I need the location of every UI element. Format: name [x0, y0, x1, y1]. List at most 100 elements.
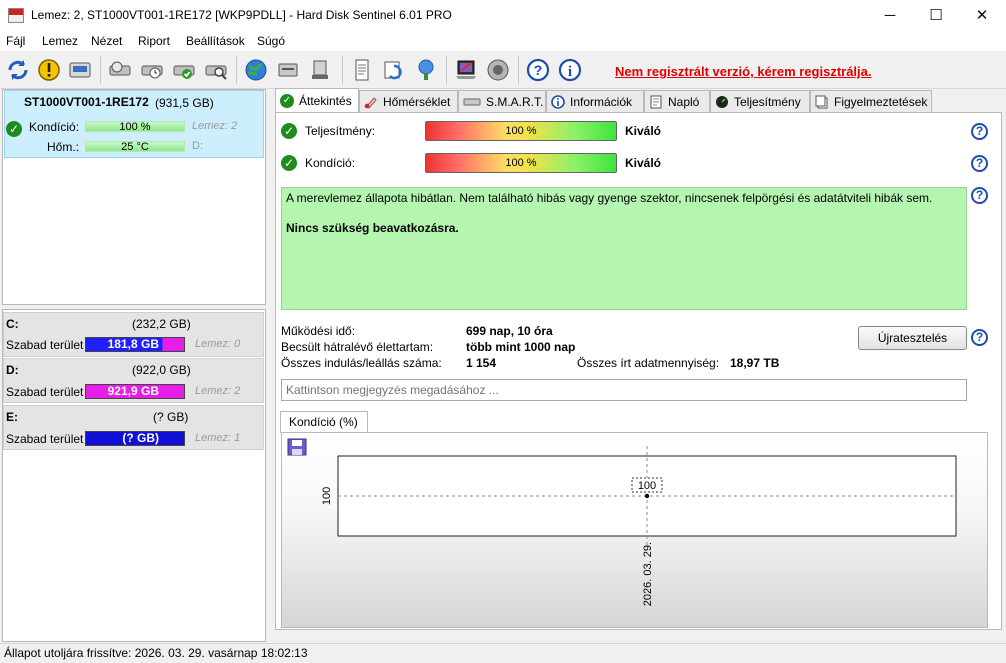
disk-ref: Lemez: 2 [192, 120, 238, 132]
chart-tab-condition[interactable]: Kondíció (%) [280, 411, 368, 433]
free-space-label: Szabad terület [6, 338, 84, 352]
help-icon[interactable]: ? [971, 329, 988, 346]
status-message-box: A merevlemez állapota hibátlan. Nem talá… [281, 187, 967, 310]
tab-label: Információk [570, 94, 633, 109]
performance-ok-icon: ✓ [281, 123, 297, 139]
tab-log[interactable]: Napló [644, 90, 710, 112]
tab-temperature[interactable]: Hőmérséklet [359, 90, 458, 112]
registration-link[interactable]: Nem regisztrált verzió, kérem regisztrál… [615, 64, 872, 79]
condition-chart: 100 100 2026. 03. 29. [321, 446, 957, 606]
info-icon[interactable]: i [556, 56, 584, 84]
maximize-button[interactable]: ☐ [913, 0, 959, 31]
help-icon[interactable]: ? [971, 123, 988, 140]
help-icon[interactable]: ? [971, 187, 988, 204]
app-icon [8, 8, 24, 23]
report-icon[interactable] [348, 56, 376, 84]
partition-size: (? GB) [153, 410, 189, 424]
partition-disk-ref: Lemez: 2 [195, 385, 241, 397]
status-action: Nincs szükség beavatkozásra. [286, 221, 459, 235]
written-data-value: 18,97 TB [730, 356, 780, 370]
partition-size: (232,2 GB) [132, 317, 191, 331]
remaining-life-label: Becsült hátralévő élettartam: [281, 340, 434, 354]
menu-report[interactable]: Riport [138, 34, 170, 48]
condition-label: Kondíció: [305, 156, 356, 170]
check-icon: ✓ [280, 94, 294, 108]
globe-icon[interactable] [242, 56, 270, 84]
uptime-value: 699 nap, 10 óra [466, 324, 553, 338]
free-space-label: Szabad terület [6, 432, 84, 446]
performance-rating: Kiváló [625, 124, 662, 138]
toolbar-separator [236, 56, 237, 84]
menu-file[interactable]: Fájl [6, 34, 25, 48]
free-space-label: Szabad terület [6, 385, 84, 399]
network-drive-icon[interactable] [306, 56, 334, 84]
partition-letter: E: [6, 410, 18, 424]
temp-label: Hőm.: [47, 140, 80, 154]
data-label: 100 [638, 480, 656, 492]
remaining-life-value: több mint 1000 nap [466, 340, 576, 354]
disk-test-icon[interactable] [106, 56, 134, 84]
disk-search-icon[interactable] [202, 56, 230, 84]
tab-overview[interactable]: ✓ Áttekintés [275, 88, 359, 113]
free-space-bar: 921,9 GB [85, 384, 185, 399]
note-input[interactable] [281, 379, 967, 401]
sync-icon[interactable] [380, 56, 408, 84]
tab-label: Napló [668, 94, 700, 109]
close-button[interactable]: ✕ [959, 0, 1005, 31]
help-icon[interactable]: ? [524, 56, 552, 84]
toolbar-separator [446, 56, 447, 84]
refresh-icon[interactable] [4, 56, 32, 84]
tab-label: Áttekintés [299, 94, 352, 108]
speaker-icon[interactable] [484, 56, 512, 84]
window-title: Lemez: 2, ST1000VT001-1RE172 [WKP9PDLL] … [31, 8, 452, 22]
tab-smart[interactable]: S.M.A.R.T. [458, 90, 546, 112]
tab-performance[interactable]: Teljesítmény [710, 90, 810, 112]
partition-letter: C: [6, 317, 19, 331]
condition-bar: 100 % [425, 153, 617, 173]
status-text: Állapot utoljára frissítve: 2026. 03. 29… [4, 646, 308, 660]
smart-disk-icon [463, 95, 481, 109]
thermometer-icon [364, 95, 378, 109]
partition-disk-ref: Lemez: 1 [195, 432, 241, 444]
disk-check-icon[interactable] [170, 56, 198, 84]
tab-alerts[interactable]: Figyelmeztetések [810, 90, 932, 112]
server-icon[interactable] [274, 56, 302, 84]
health-bar: 100 % [85, 121, 185, 133]
retest-button[interactable]: Újratesztelés [858, 326, 967, 350]
disk-time-icon[interactable] [138, 56, 166, 84]
svg-text:i: i [568, 64, 572, 80]
help-icon[interactable]: ? [971, 155, 988, 172]
minimize-button[interactable]: ─ [867, 0, 913, 31]
data-point [644, 493, 650, 499]
condition-ok-icon: ✓ [281, 155, 297, 171]
network-icon[interactable] [412, 56, 440, 84]
status-message: A merevlemez állapota hibátlan. Nem talá… [286, 191, 933, 205]
tab-information[interactable]: Információk [546, 90, 644, 112]
menu-view[interactable]: Nézet [91, 34, 122, 48]
tab-label: S.M.A.R.T. [486, 94, 544, 109]
tab-label: Figyelmeztetések [834, 94, 928, 109]
gauge-icon [715, 95, 729, 109]
laptop-icon[interactable] [452, 56, 480, 84]
written-data-label: Összes írt adatmennyiség: [577, 356, 720, 370]
condition-rating: Kiváló [625, 156, 662, 170]
disk-name: ST1000VT001-1RE172 [24, 95, 149, 109]
x-tick-label: 2026. 03. 29. [642, 542, 654, 606]
disk-size: (931,5 GB) [155, 96, 214, 110]
health-ok-icon: ✓ [6, 121, 22, 137]
performance-bar: 100 % [425, 121, 617, 141]
tab-label: Teljesítmény [734, 94, 801, 109]
uptime-label: Működési idő: [281, 324, 356, 338]
free-space-bar: (? GB) [85, 431, 185, 446]
menu-settings[interactable]: Beállítások [186, 34, 245, 48]
menu-help[interactable]: Súgó [257, 34, 285, 48]
partition-size: (922,0 GB) [132, 363, 191, 377]
info-tab-icon [551, 94, 565, 109]
temp-bar: 25 °C [85, 141, 185, 153]
menu-disk[interactable]: Lemez [42, 34, 78, 48]
start-stop-value: 1 154 [466, 356, 497, 370]
toolbar-separator [342, 56, 343, 84]
disk-icon[interactable] [66, 56, 94, 84]
alert-icon[interactable] [35, 56, 63, 84]
tab-label: Hőmérséklet [383, 94, 451, 109]
